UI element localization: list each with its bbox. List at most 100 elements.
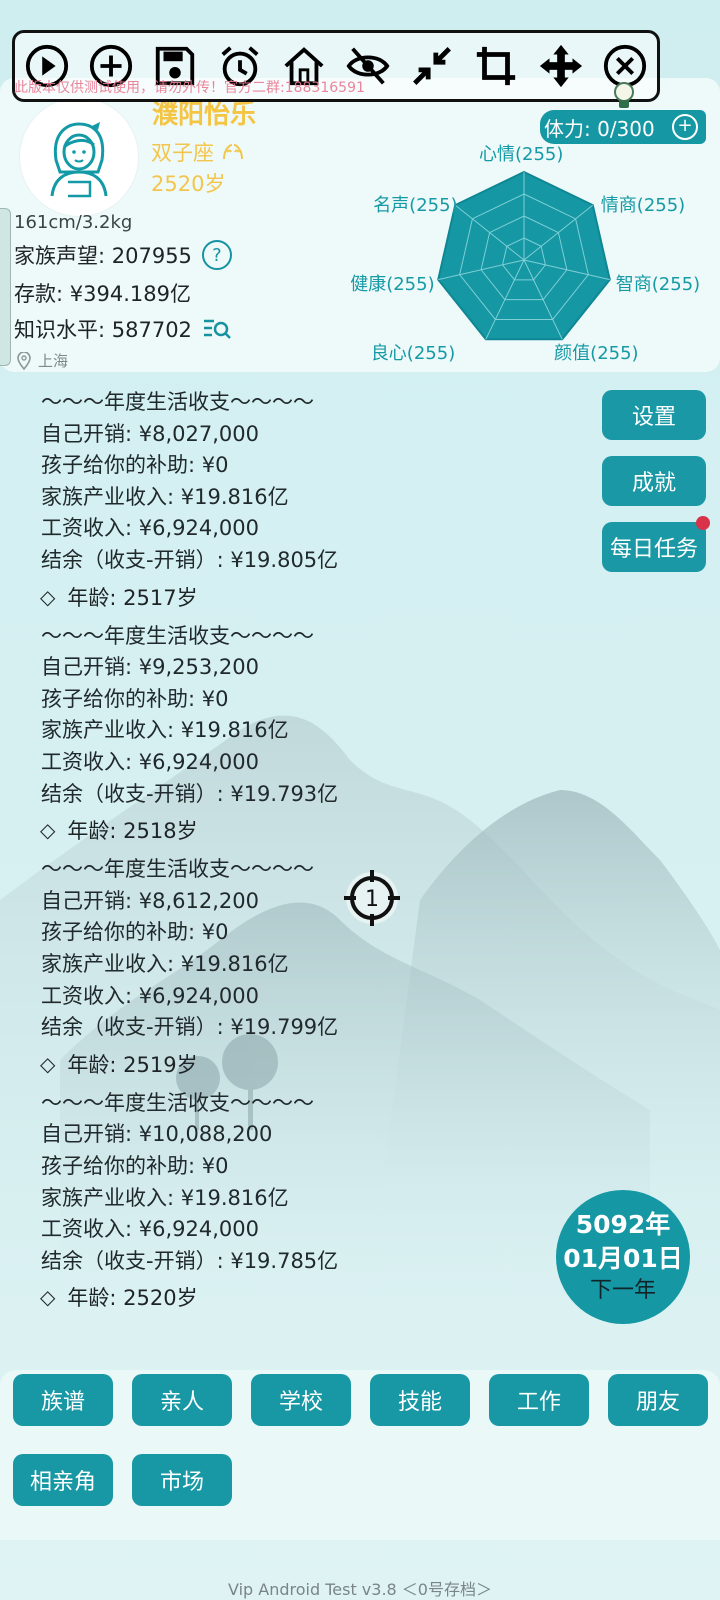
log-age-text: 年龄: 2518岁 [67,819,198,844]
radar-label: 名声(255) [373,195,458,217]
radar-label: 良心(255) [370,343,456,365]
diamond-icon: ◇ [40,1051,56,1076]
log-line: 结余（收支-开销）: ¥19.799亿 [41,1015,339,1040]
height-weight: 161cm/3.2kg [14,212,133,233]
settings-button[interactable]: 设置 [602,390,706,440]
lightbulb-icon[interactable] [610,80,638,112]
stamina-bar[interactable]: 体力: 0/300 + [540,110,706,144]
nav-friends-label: 朋友 [635,1390,680,1415]
radar-label: 健康(255) [350,273,435,295]
log-age-line: ◇ 年龄: 2518岁 [40,815,198,845]
achievements-label: 成就 [631,471,676,496]
radar-label: 情商(255) [600,195,686,217]
target-badge-number: 1 [365,887,379,912]
log-line: 孩子给你的补助: ¥0 [41,686,229,711]
log-age-line: ◇ 年龄: 2520岁 [40,1282,198,1312]
crop-icon[interactable] [471,41,521,91]
log-line: 自己开销: ¥8,612,200 [41,888,259,913]
log-age-line: ◇ 年龄: 2519岁 [40,1049,198,1079]
diamond-icon: ◇ [40,1285,56,1310]
nav-friends[interactable]: 朋友 [608,1374,708,1426]
savings-row: 存款: ¥394.189亿 [14,278,191,308]
location-pin-icon [17,351,31,370]
settings-label: 设置 [631,405,676,430]
zodiac-label: 双子座 [151,141,214,165]
character-age: 2520岁 [151,172,226,196]
log-line: 家族产业收入: ¥19.816亿 [41,484,289,509]
log-line: 结余（收支-开销）: ¥19.785亿 [41,1248,339,1273]
prestige-label: 家族声望: 207955 [14,244,192,268]
nav-skills-label: 技能 [397,1390,442,1415]
log-age-line: ◇ 年龄: 2517岁 [40,582,198,612]
prestige-row: 家族声望: 207955 ? [14,240,232,270]
nav-matchmaking[interactable]: 相亲角 [13,1454,113,1506]
add-stamina-icon[interactable]: + [672,114,698,140]
log-line: 工资收入: ¥6,924,000 [41,516,259,541]
log-line: 自己开销: ¥8,027,000 [41,421,259,446]
nav-work-label: 工作 [516,1390,561,1415]
zodiac-row: 双子座 [151,137,246,167]
achievements-button[interactable]: 成就 [602,456,706,506]
collapse-icon[interactable] [407,41,457,91]
log-line: 工资收入: ¥6,924,000 [41,1217,259,1242]
stamina-label: 体力: 0/300 [544,116,655,141]
version-footer: Vip Android Test v3.8 ＜0号存档＞ [227,1580,492,1599]
next-year-label: 下一年 [589,1278,656,1303]
log-age-text: 年龄: 2520岁 [67,1286,198,1311]
nav-market-label: 市场 [159,1470,204,1495]
move-icon[interactable] [536,41,586,91]
nav-school[interactable]: 学校 [251,1374,351,1426]
log-line: 工资收入: ¥6,924,000 [41,750,259,774]
log-line: 结余（收支-开销）: ¥19.793亿 [41,781,339,806]
radar-label: 智商(255) [615,273,701,295]
log-header: ～～～年度生活收支～～～～ [41,390,314,414]
search-list-icon[interactable] [202,316,232,342]
help-icon[interactable]: ? [201,240,232,270]
log-line: 家族产业收入: ¥19.816亿 [41,952,289,976]
female-avatar-icon [50,122,108,198]
locate-target-icon[interactable]: 1 [340,866,404,930]
savings-label: 存款: ¥394.189亿 [14,282,191,306]
date-day: 01月01日 [563,1244,683,1273]
log-line: 自己开销: ¥9,253,200 [41,655,259,680]
location-label: 上海 [38,352,69,370]
diamond-icon: ◇ [40,584,56,609]
daily-tasks-label: 每日任务 [609,537,698,562]
nav-work[interactable]: 工作 [489,1374,589,1426]
nav-family-tree[interactable]: 族谱 [13,1374,113,1426]
nav-skills[interactable]: 技能 [370,1374,470,1426]
knowledge-row: 知识水平: 587702 [14,314,232,344]
avatar[interactable] [20,98,138,216]
log-age-text: 年龄: 2519岁 [67,1052,198,1077]
log-header: ～～～年度生活收支～～～～ [41,623,314,648]
log-line: 孩子给你的补助: ¥0 [41,1154,229,1178]
log-line: 家族产业收入: ¥19.816亿 [41,718,289,743]
log-line: 孩子给你的补助: ¥0 [41,453,229,478]
log-line: 结余（收支-开销）: ¥19.805亿 [41,548,339,572]
log-line: 孩子给你的补助: ¥0 [41,920,229,945]
location-row: 上海 [16,350,68,371]
radar-label: 颜值(255) [554,343,639,365]
nav-relatives-label: 亲人 [159,1390,204,1415]
nav-relatives[interactable]: 亲人 [132,1374,232,1426]
log-line: 工资收入: ¥6,924,000 [41,983,259,1008]
notification-dot [696,516,710,530]
log-line: 自己开销: ¥10,088,200 [41,1122,273,1147]
nav-market[interactable]: 市场 [132,1454,232,1506]
side-drawer-handle[interactable] [0,208,11,366]
log-header: ～～～年度生活收支～～～～ [41,1090,314,1115]
log-line: 家族产业收入: ¥19.816亿 [41,1185,289,1210]
radar-label: 心情(255) [479,144,564,165]
gemini-icon [223,144,243,160]
test-watermark: 此版本仅供测试使用，请勿外传！官方二群:188316591 [14,80,365,96]
nav-family-tree-label: 族谱 [40,1390,85,1415]
daily-tasks-button[interactable]: 每日任务 [602,516,710,572]
attribute-radar [437,170,611,341]
log-header: ～～～年度生活收支～～～～ [41,857,314,882]
date-year: 5092年 [575,1210,671,1239]
log-age-text: 年龄: 2517岁 [67,585,198,610]
next-year-button[interactable]: 5092年 01月01日 下一年 [556,1190,690,1324]
nav-matchmaking-label: 相亲角 [29,1470,96,1495]
knowledge-label: 知识水平: 587702 [14,318,192,342]
diamond-icon: ◇ [40,818,56,843]
